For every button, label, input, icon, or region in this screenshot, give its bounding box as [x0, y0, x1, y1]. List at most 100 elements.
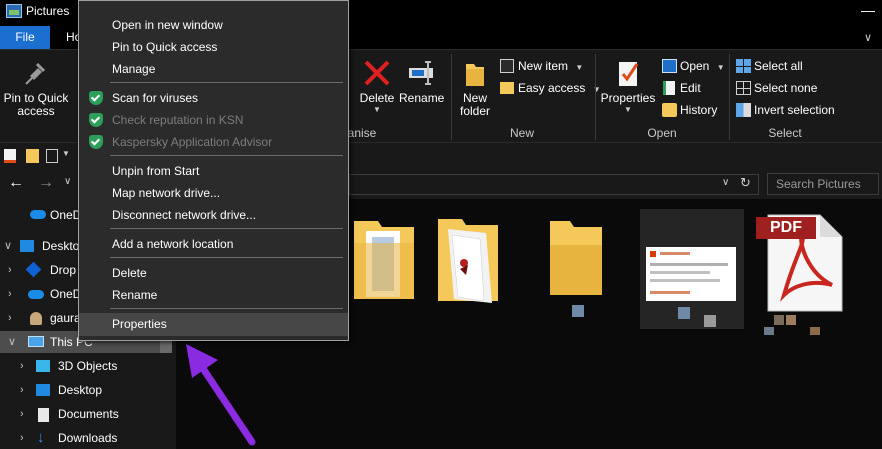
nav-item-onedrive[interactable]: OneD — [30, 203, 81, 227]
chevron-right-icon[interactable]: › — [20, 426, 30, 449]
select-all-icon — [736, 59, 751, 73]
new-folder-qa-icon[interactable] — [26, 149, 39, 163]
nav-item-desktop[interactable]: ∨ Deskto — [4, 234, 79, 258]
nav-item-dropbox[interactable]: › Drop — [8, 258, 76, 282]
nav-item-label: gaura — [50, 311, 81, 325]
nav-item-label: Deskto — [42, 239, 80, 253]
window-title: Pictures — [26, 4, 70, 18]
folder-item[interactable] — [350, 217, 418, 301]
menu-item-rename[interactable]: Rename — [79, 284, 348, 306]
menu-item-pin-quick-access[interactable]: Pin to Quick access — [79, 36, 348, 58]
edit-button[interactable]: Edit — [660, 78, 701, 98]
pictures-folder-icon — [6, 4, 22, 18]
menu-item-add-network-location[interactable]: Add a network location — [79, 233, 348, 255]
new-item-icon — [500, 59, 514, 73]
address-dropdown-icon[interactable]: ∨ — [722, 177, 729, 188]
select-group-label: Select — [768, 126, 802, 140]
new-folder-icon — [466, 64, 484, 86]
easy-access-button[interactable]: Easy access ▼ — [498, 78, 601, 98]
onedrive-icon — [28, 290, 44, 299]
menu-separator — [110, 257, 343, 258]
chevron-right-icon[interactable]: › — [8, 258, 18, 282]
onedrive-icon — [30, 210, 46, 219]
blurred-name — [764, 327, 774, 335]
pin-to-quick-access-button[interactable]: Pin to Quick access — [2, 60, 70, 118]
organise-group-label: anise — [347, 126, 377, 140]
pdf-file-item[interactable]: PDF — [756, 213, 848, 335]
new-folder-label-2: folder — [459, 104, 491, 118]
properties-label: Properties — [600, 91, 656, 105]
easy-access-icon — [500, 82, 514, 94]
invert-selection-button[interactable]: Invert selection — [734, 100, 835, 120]
back-arrow-icon[interactable]: ← — [8, 174, 24, 192]
chevron-down-icon[interactable]: ∨ — [4, 234, 14, 258]
invert-selection-label: Invert selection — [754, 103, 835, 117]
delete-x-icon — [364, 60, 390, 86]
open-button[interactable]: Open ▼ — [660, 56, 725, 76]
chevron-down-icon[interactable]: ∨ — [858, 28, 878, 48]
chevron-down-icon[interactable]: ∨ — [8, 330, 18, 354]
folder-item[interactable] — [546, 217, 606, 317]
menu-item-label: Scan for viruses — [112, 91, 199, 105]
nav-item-label: Drop — [50, 263, 77, 277]
address-bar[interactable]: ∨ ↻ — [349, 174, 759, 195]
nav-item-3d-objects[interactable]: › 3D Objects — [20, 354, 117, 378]
new-folder-button[interactable]: New folder — [455, 58, 495, 118]
delete-label: Delete — [359, 91, 395, 105]
select-none-button[interactable]: Select none — [734, 78, 817, 98]
folder-item[interactable] — [434, 215, 504, 305]
chevron-right-icon[interactable]: › — [20, 354, 30, 378]
rename-label: Rename — [399, 91, 445, 105]
rename-button[interactable]: Rename — [399, 58, 445, 105]
chevron-right-icon[interactable]: › — [20, 402, 30, 426]
delete-button[interactable]: Delete ▼ — [356, 58, 398, 115]
forward-arrow-icon[interactable]: → — [38, 174, 54, 192]
customize-qa-icon[interactable] — [46, 149, 58, 163]
properties-button[interactable]: Properties ▼ — [598, 58, 658, 115]
menu-item-unpin-start[interactable]: Unpin from Start — [79, 160, 348, 182]
annotation-arrow-icon — [186, 344, 256, 446]
delete-dropdown-icon[interactable]: ▼ — [356, 105, 398, 115]
pdf-badge: PDF — [756, 217, 816, 239]
chevron-right-icon[interactable]: › — [8, 282, 18, 306]
invert-selection-icon — [736, 103, 751, 117]
thumbnail-text-line — [650, 263, 728, 266]
history-label: History — [680, 103, 718, 117]
open-icon — [662, 59, 677, 73]
open-label: Open — [680, 59, 710, 73]
select-all-button[interactable]: Select all — [734, 56, 803, 76]
tab-file[interactable]: File — [0, 26, 50, 49]
nav-item-documents[interactable]: › Documents — [20, 402, 119, 426]
chevron-right-icon[interactable]: › — [8, 306, 18, 330]
new-item-button[interactable]: New item ▼ — [498, 56, 583, 76]
nav-item-downloads[interactable]: › ↓ Downloads — [20, 426, 117, 449]
menu-item-scan-viruses[interactable]: Scan for viruses — [79, 87, 348, 109]
minimize-button[interactable]: — — [858, 2, 878, 22]
history-button[interactable]: History — [660, 100, 717, 120]
qa-dropdown-icon[interactable]: ▼ — [62, 149, 70, 158]
edit-icon — [663, 81, 675, 95]
dropbox-icon — [25, 261, 42, 278]
menu-item-label: Check reputation in KSN — [112, 113, 244, 127]
nav-item-desktop-2[interactable]: › Desktop — [20, 378, 102, 402]
refresh-icon[interactable]: ↻ — [740, 175, 751, 191]
menu-item-map-network-drive[interactable]: Map network drive... — [79, 182, 348, 204]
nav-item-label: Downloads — [58, 431, 118, 445]
menu-item-open-new-window[interactable]: Open in new window — [79, 14, 348, 36]
blurred-name — [704, 315, 716, 327]
menu-item-manage[interactable]: Manage — [79, 58, 348, 80]
open-group-label: Open — [647, 126, 677, 140]
nav-item-user[interactable]: › gaura — [8, 306, 81, 330]
recent-locations-icon[interactable]: ∨ — [64, 176, 71, 187]
image-thumbnail[interactable] — [640, 209, 744, 329]
rename-icon — [409, 61, 433, 85]
properties-qa-icon[interactable] — [4, 149, 16, 163]
edit-label: Edit — [680, 81, 701, 95]
menu-item-delete[interactable]: Delete — [79, 262, 348, 284]
menu-item-disconnect-network-drive[interactable]: Disconnect network drive... — [79, 204, 348, 226]
properties-dropdown-icon[interactable]: ▼ — [598, 105, 658, 115]
chevron-right-icon[interactable]: › — [20, 378, 30, 402]
thumbnail-text-line — [660, 252, 690, 255]
nav-item-onedrive-2[interactable]: › OneD — [8, 282, 81, 306]
search-input[interactable]: Search Pictures — [767, 173, 879, 195]
